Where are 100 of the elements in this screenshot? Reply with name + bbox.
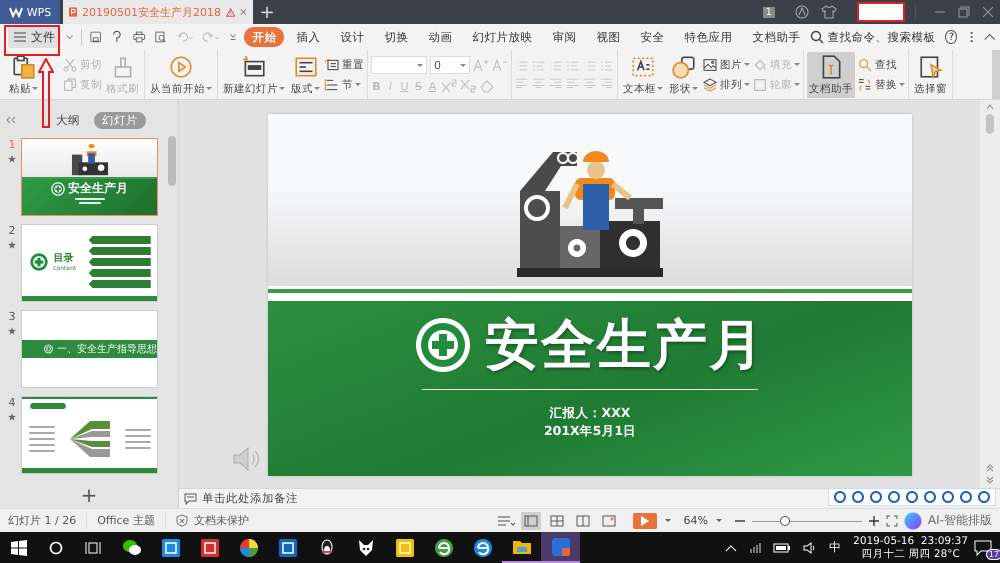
selection-pane-button[interactable]: 选择窗 [912,52,949,98]
file-menu-button[interactable]: 文件 [8,26,61,48]
normal-view-button[interactable] [521,512,542,530]
save-icon[interactable] [90,30,102,44]
slide-number: 4 [8,396,16,409]
text-line [124,446,150,448]
chevron-down-icon[interactable] [66,34,74,40]
scrollbar-thumb[interactable] [168,136,176,186]
account-badge[interactable]: 1 [762,6,775,18]
ribbon-tab[interactable]: 文档助手 [744,27,808,47]
new-tab-button[interactable]: + [253,0,281,24]
reporter-text: 汇报人：XXX [550,404,630,422]
network-icon[interactable] [749,542,762,554]
warning-icon[interactable] [226,6,236,18]
app-tab[interactable]: WPS [0,0,60,24]
reset-button[interactable]: 重置 [324,56,364,72]
layout-button[interactable]: 版式 [289,52,322,98]
collapse-icon[interactable] [984,33,995,41]
slide-thumbnail[interactable] [21,396,158,474]
clock-time[interactable]: 2019-05-16 23:09:37 [853,534,968,548]
ribbon-tab[interactable]: 幻灯片放映 [464,27,540,47]
restore-icon[interactable] [958,6,970,18]
replace-button[interactable]: 替换 [857,76,905,92]
scrollbar-thumb[interactable] [986,114,994,134]
picture-button[interactable]: 图片 [702,56,750,72]
shape-button[interactable]: 形状 [667,52,700,98]
document-app-icon[interactable] [550,536,570,556]
search-icon[interactable] [49,540,63,554]
ribbon-tab[interactable]: 特色应用 [676,27,740,47]
print-icon[interactable] [133,30,146,44]
ribbon-tab[interactable]: 设计 [332,27,372,47]
caret-icon [657,87,663,90]
slideshow-button[interactable]: 从当前开始 [148,52,214,98]
battery-icon[interactable] [773,542,792,552]
text-line [78,202,100,204]
slider-thumb[interactable] [780,516,790,526]
protection-status[interactable]: 文档未保护 [194,513,249,528]
help-button[interactable]: ? [945,30,958,44]
text-line [28,450,54,452]
paste-button[interactable]: 粘贴 [7,52,40,98]
start-icon[interactable] [11,540,27,556]
ribbon-tab[interactable]: 视图 [588,27,628,47]
caret-icon [279,87,285,90]
caret-icon [460,64,466,66]
ribbon-tab[interactable]: 审阅 [544,27,584,47]
scroll-up-icon[interactable] [986,104,994,110]
text-line [28,432,54,434]
notes-field[interactable]: 单击此处添加备注 [202,491,298,506]
chevron-up-icon[interactable] [725,544,738,552]
ribbon-tab[interactable]: 动画 [420,27,460,47]
caret-icon [665,519,672,522]
zoom-slider[interactable] [752,514,862,526]
agenda-bar [88,247,151,255]
ai-layout-button[interactable]: AI-智能排版 [928,512,992,529]
slide-number: 3 [8,310,16,323]
caret-icon [206,87,212,90]
new-slide-button[interactable]: 新建幻灯片 [221,52,287,98]
slide-thumbnail[interactable]: 一、安全生产指导思想 [21,310,158,388]
star-icon [8,241,16,249]
print-preview-icon[interactable] [155,30,167,44]
zoom-level[interactable]: 64% [683,514,708,527]
section-button[interactable]: 节 [324,76,364,92]
arrange-button[interactable]: 排列 [702,76,750,92]
agenda-bar [88,269,151,277]
input-method-indicator[interactable]: 中 [829,539,842,556]
find-button[interactable]: 查找 [857,56,905,72]
collapse-pane-icon[interactable] [6,116,16,124]
play-slideshow-button[interactable] [633,512,658,528]
chat-bubbles-icon[interactable] [122,538,142,558]
color-wheel-icon[interactable] [238,538,258,558]
pane-tab[interactable]: 大纲 [48,112,88,128]
text-box-button[interactable]: 文本框 [621,52,665,98]
agenda-bar [88,280,151,288]
refresh-globe-icon[interactable] [434,538,454,558]
command-search[interactable]: 查找命令、搜索模板 [810,30,936,44]
notes-toggle-icon[interactable] [497,514,516,526]
star-icon [8,327,16,335]
zoom-in-icon[interactable] [868,514,880,526]
previous-slide-icon[interactable] [986,464,994,472]
comment-icon [184,492,197,504]
skin-icon[interactable] [795,5,809,19]
clock-date[interactable]: 四月十二 周四 28°C [861,548,960,560]
task-view-icon[interactable] [85,540,101,554]
add-slide-button[interactable]: + [0,482,178,508]
fit-window-icon[interactable] [886,514,898,526]
slide-thumbnail[interactable]: 安全生产月 [21,138,158,216]
tile-icon[interactable] [200,538,220,558]
assistant-button[interactable]: 文档助手 [807,52,855,98]
font-name-field[interactable] [371,56,427,74]
close-icon[interactable] [240,7,247,17]
customize-icon[interactable] [229,32,238,42]
more-icon[interactable] [970,30,974,44]
ribbon-tab[interactable]: 插入 [288,27,328,47]
ribbon-tab[interactable]: 安全 [632,27,672,47]
safety-cross-icon [51,182,65,196]
close-icon[interactable] [982,6,994,18]
next-slide-icon[interactable] [986,476,994,484]
caret-icon [794,63,800,66]
ribbon-tab[interactable]: 切换 [376,27,416,47]
browser-icon[interactable] [472,538,492,558]
